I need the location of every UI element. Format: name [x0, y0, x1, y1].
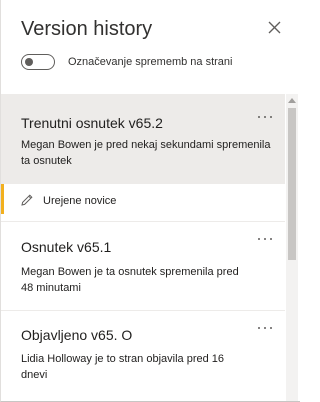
scroll-up-arrow-icon[interactable] [288, 98, 296, 103]
version-description: Megan Bowen je ta osnutek spremenila pre… [21, 266, 239, 294]
more-options-button[interactable] [255, 110, 275, 122]
more-options-icon [258, 327, 272, 329]
highlight-changes-label: Označevanje sprememb na strani [68, 56, 233, 68]
scrollbar[interactable] [286, 94, 298, 401]
version-title: Osnutek v65.1 [21, 239, 112, 255]
version-description: Lidia Holloway je to stran objavila pred… [21, 353, 225, 381]
version-item-draft[interactable]: Osnutek v65.1 Megan Bowen je ta osnutek … [1, 222, 285, 302]
highlight-changes-toggle[interactable] [21, 54, 55, 70]
close-icon [268, 21, 281, 34]
version-title: Trenutni osnutek v65.2 [21, 115, 163, 131]
version-item-published[interactable]: Objavljeno v65. O Lidia Holloway je to s… [1, 311, 285, 401]
scrollbar-thumb[interactable] [288, 108, 296, 260]
version-history-panel: Version history Označevanje sprememb na … [0, 0, 300, 402]
close-button[interactable] [263, 16, 287, 40]
more-options-icon [258, 238, 272, 240]
version-list: Trenutni osnutek v65.2 Megan Bowen je pr… [1, 94, 285, 401]
toggle-knob [25, 58, 33, 66]
panel-title: Version history [21, 18, 153, 40]
change-accent-bar [1, 184, 4, 214]
change-item[interactable]: Urejene novice [1, 184, 285, 220]
change-label: Urejene novice [43, 195, 117, 207]
more-options-button[interactable] [255, 232, 275, 244]
version-item-current[interactable]: Trenutni osnutek v65.2 Megan Bowen je pr… [1, 94, 285, 184]
more-options-button[interactable] [255, 321, 275, 333]
pencil-icon [21, 194, 33, 206]
more-options-icon [258, 116, 272, 118]
version-title: Objavljeno v65. O [21, 327, 133, 343]
version-description: Megan Bowen je pred nekaj sekundami spre… [21, 139, 271, 167]
